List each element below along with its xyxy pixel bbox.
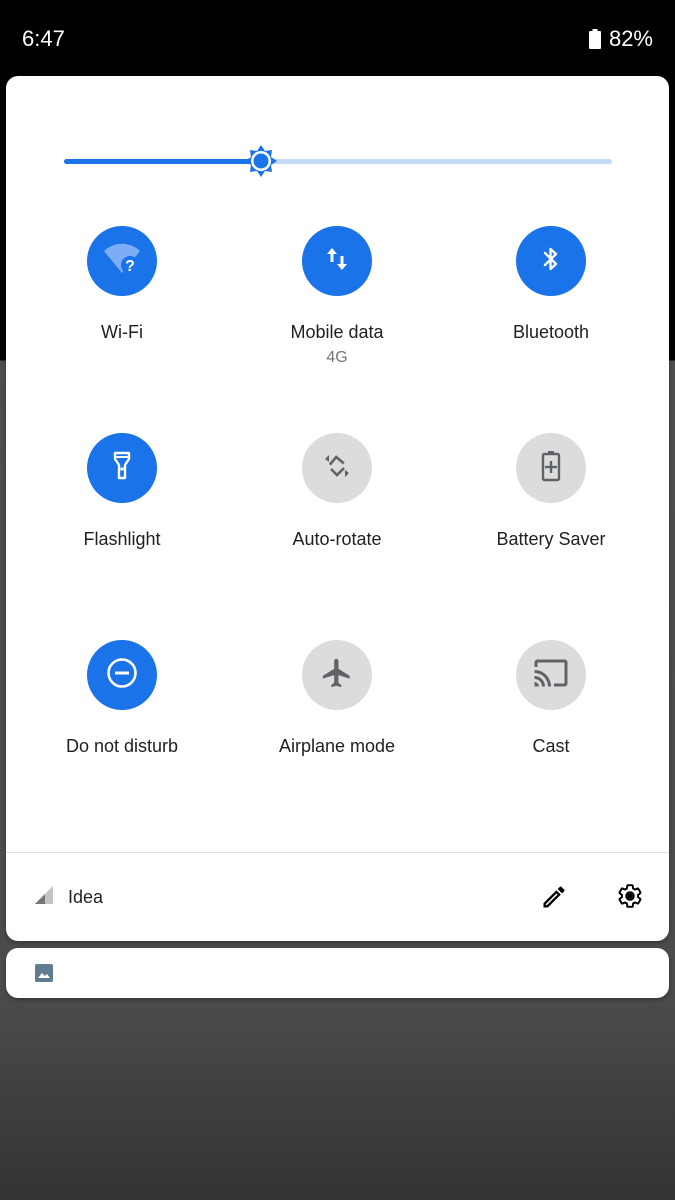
tile-wifi[interactable]: ? Wi-Fi: [12, 226, 232, 343]
tile-bluetooth[interactable]: Bluetooth: [441, 226, 661, 343]
tile-label: Auto-rotate: [292, 529, 382, 549]
brightness-slider-fill: [64, 159, 262, 164]
tile-do-not-disturb-button[interactable]: [87, 640, 157, 710]
tile-battery-saver[interactable]: Battery Saver: [441, 433, 661, 550]
tile-label: Do not disturb: [65, 736, 179, 756]
tile-battery-saver-button[interactable]: [516, 433, 586, 503]
status-time: 6:47: [22, 26, 65, 51]
tile-cast-button[interactable]: [516, 640, 586, 710]
brightness-slider[interactable]: [64, 144, 612, 178]
tile-airplane-mode[interactable]: Airplane mode: [227, 640, 447, 757]
do-not-disturb-icon: [105, 656, 139, 695]
quick-settings-panel: ? Wi-Fi Mobile data 4G Bluetooth Flashli…: [6, 76, 669, 941]
edit-pencil-icon: [540, 886, 568, 915]
tile-flashlight-button[interactable]: [87, 433, 157, 503]
edit-button[interactable]: [540, 883, 568, 911]
tile-label: Flashlight: [83, 529, 161, 549]
image-icon: [35, 964, 53, 982]
battery-icon: [588, 29, 601, 49]
cast-icon: [533, 655, 569, 696]
mobile-data-icon: [323, 245, 351, 278]
brightness-icon[interactable]: [244, 144, 278, 178]
settings-button[interactable]: [617, 883, 645, 911]
wifi-unknown-icon: ?: [102, 239, 142, 284]
tile-label: Cast: [532, 736, 570, 756]
tile-wifi-button[interactable]: ?: [87, 226, 157, 296]
tile-mobile-data-button[interactable]: [302, 226, 372, 296]
tile-label: Airplane mode: [278, 736, 396, 756]
bluetooth-icon: [537, 245, 565, 278]
tile-mobile-data[interactable]: Mobile data 4G: [227, 226, 447, 367]
quick-settings-footer: Idea: [6, 853, 669, 941]
tile-sublabel: 4G: [326, 349, 348, 366]
tile-airplane-mode-button[interactable]: [302, 640, 372, 710]
tile-flashlight[interactable]: Flashlight: [12, 433, 232, 550]
svg-text:?: ?: [125, 258, 135, 275]
gear-icon: [617, 884, 643, 913]
signal-icon: [34, 885, 54, 910]
battery-percent: 82%: [608, 26, 653, 51]
battery-saver-icon: [539, 449, 563, 488]
tile-cast[interactable]: Cast: [441, 640, 661, 757]
tile-bluetooth-button[interactable]: [516, 226, 586, 296]
airplane-icon: [320, 656, 354, 695]
carrier-name: Idea: [68, 887, 104, 907]
tile-do-not-disturb[interactable]: Do not disturb: [12, 640, 232, 757]
tile-label: Battery Saver: [496, 529, 606, 549]
tile-label: Mobile data: [290, 322, 384, 342]
tile-label: Bluetooth: [512, 322, 590, 342]
status-right: 82%: [588, 26, 653, 52]
tile-auto-rotate-button[interactable]: [302, 433, 372, 503]
notification-card[interactable]: [6, 948, 669, 998]
status-bar: 6:47 82%: [0, 0, 675, 76]
tile-auto-rotate[interactable]: Auto-rotate: [227, 433, 447, 550]
tile-label: Wi-Fi: [101, 322, 143, 342]
flashlight-icon: [108, 450, 136, 487]
auto-rotate-icon: [320, 449, 354, 488]
carrier-info[interactable]: Idea: [34, 885, 103, 910]
